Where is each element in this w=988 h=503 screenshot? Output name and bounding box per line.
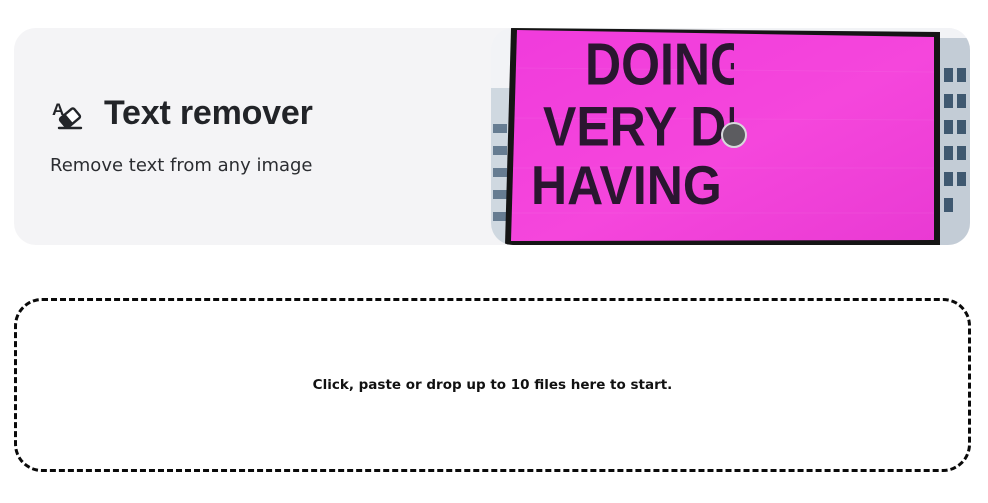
file-dropzone[interactable]: Click, paste or drop up to 10 files here… [14, 298, 971, 472]
compare-slider-handle[interactable] [721, 122, 747, 148]
hero-card: A Text remover Remove text from any imag… [14, 28, 970, 245]
dropzone-label: Click, paste or drop up to 10 files here… [312, 377, 673, 393]
page-title: Text remover [104, 94, 313, 132]
hero-text: A Text remover Remove text from any imag… [50, 94, 313, 176]
page-subtitle: Remove text from any image [50, 155, 313, 176]
billboard-image: DOING N VERY DIFF HAVING NO [491, 28, 970, 245]
eraser-text-icon: A [50, 97, 84, 131]
title-row: A Text remover [50, 94, 313, 133]
before-after-preview: DOING N VERY DIFF HAVING NO [491, 28, 970, 245]
